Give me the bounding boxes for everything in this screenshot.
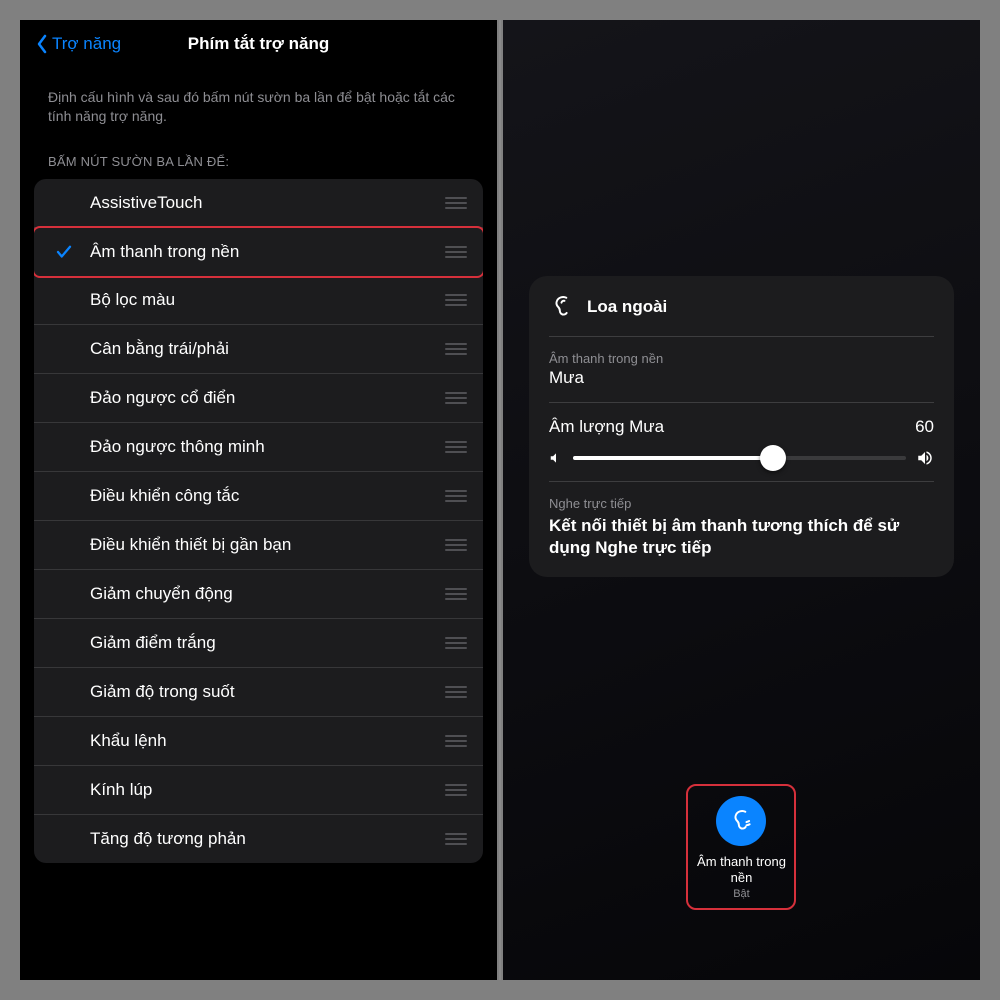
list-item[interactable]: Tăng độ tương phản (34, 815, 483, 863)
checkmark-icon (54, 535, 74, 555)
checkmark-icon (54, 290, 74, 310)
settings-panel: Trợ năng Phím tắt trợ năng Định cấu hình… (20, 20, 497, 980)
list-item-label: Tăng độ tương phản (90, 829, 246, 849)
back-button[interactable]: Trợ năng (36, 34, 121, 54)
checkmark-icon (54, 584, 74, 604)
card-title: Loa ngoài (587, 297, 667, 317)
checkmark-icon (54, 829, 74, 849)
list-item-label: Điều khiển thiết bị gần bạn (90, 535, 291, 555)
chevron-left-icon (36, 34, 48, 54)
checkmark-icon (54, 193, 74, 213)
drag-handle-icon[interactable] (445, 588, 467, 600)
checkmark-icon (54, 780, 74, 800)
bg-sound-value: Mưa (549, 368, 934, 388)
drag-handle-icon[interactable] (445, 490, 467, 502)
drag-handle-icon[interactable] (445, 441, 467, 453)
list-item[interactable]: Bộ lọc màu (34, 276, 483, 325)
volume-high-icon (916, 449, 934, 467)
list-item-label: Bộ lọc màu (90, 290, 175, 310)
checkmark-icon (54, 339, 74, 359)
checkmark-icon (54, 633, 74, 653)
list-item[interactable]: Đảo ngược cổ điển (34, 374, 483, 423)
list-item[interactable]: Đảo ngược thông minh (34, 423, 483, 472)
list-item[interactable]: Điều khiển công tắc (34, 472, 483, 521)
volume-value: 60 (915, 417, 934, 437)
back-label: Trợ năng (52, 34, 121, 54)
nav-header: Trợ năng Phím tắt trợ năng (20, 20, 497, 68)
drag-handle-icon[interactable] (445, 246, 467, 258)
drag-handle-icon[interactable] (445, 833, 467, 845)
list-item-label: Âm thanh trong nền (90, 242, 239, 262)
volume-section: Âm lượng Mưa 60 (549, 403, 934, 482)
card-header: Loa ngoài (549, 294, 934, 337)
ear-icon (549, 294, 575, 320)
background-sound-section[interactable]: Âm thanh trong nền Mưa (549, 337, 934, 403)
section-header: BẤM NÚT SƯỜN BA LẦN ĐỂ: (20, 126, 497, 179)
list-item-label: Đảo ngược cổ điển (90, 388, 235, 408)
tile-icon-circle (716, 796, 766, 846)
hearing-card: Loa ngoài Âm thanh trong nền Mưa Âm lượn… (529, 276, 954, 577)
drag-handle-icon[interactable] (445, 686, 467, 698)
volume-label: Âm lượng Mưa (549, 417, 664, 437)
list-item-label: Điều khiển công tắc (90, 486, 239, 506)
list-item[interactable]: Điều khiển thiết bị gần bạn (34, 521, 483, 570)
list-item-label: Cân bằng trái/phải (90, 339, 229, 359)
volume-slider[interactable] (573, 456, 906, 460)
list-item-label: Khẩu lệnh (90, 731, 167, 751)
drag-handle-icon[interactable] (445, 637, 467, 649)
list-item[interactable]: Cân bằng trái/phải (34, 325, 483, 374)
checkmark-icon (54, 486, 74, 506)
list-item-label: Đảo ngược thông minh (90, 437, 265, 457)
list-item[interactable]: AssistiveTouch (34, 179, 483, 228)
drag-handle-icon[interactable] (445, 294, 467, 306)
checkmark-icon (54, 388, 74, 408)
shortcut-list: AssistiveTouch Âm thanh trong nền Bộ lọc m… (34, 179, 483, 863)
live-listen-section[interactable]: Nghe trực tiếp Kết nối thiết bị âm thanh… (549, 482, 934, 559)
list-item[interactable]: Giảm điểm trắng (34, 619, 483, 668)
list-item-label: Kính lúp (90, 780, 152, 800)
list-item-label: AssistiveTouch (90, 193, 202, 213)
list-item[interactable]: Khẩu lệnh (34, 717, 483, 766)
volume-low-icon (549, 451, 563, 465)
list-item-label: Giảm độ trong suốt (90, 682, 235, 702)
drag-handle-icon[interactable] (445, 735, 467, 747)
list-item[interactable]: Kính lúp (34, 766, 483, 815)
bg-sound-label: Âm thanh trong nền (549, 351, 934, 366)
live-listen-body: Kết nối thiết bị âm thanh tương thích để… (549, 515, 934, 559)
list-item-label: Giảm chuyển động (90, 584, 233, 604)
tile-status: Bật (694, 888, 788, 900)
drag-handle-icon[interactable] (445, 539, 467, 551)
intro-text: Định cấu hình và sau đó bấm nút sườn ba … (20, 68, 497, 126)
checkmark-icon (54, 437, 74, 457)
checkmark-icon (54, 682, 74, 702)
tile-label: Âm thanh trong nền (694, 854, 788, 887)
checkmark-icon (54, 731, 74, 751)
list-item-label: Giảm điểm trắng (90, 633, 216, 653)
drag-handle-icon[interactable] (445, 784, 467, 796)
live-listen-header: Nghe trực tiếp (549, 496, 934, 511)
ear-icon (728, 808, 754, 834)
list-item[interactable]: Âm thanh trong nền (34, 226, 483, 278)
list-item[interactable]: Giảm độ trong suốt (34, 668, 483, 717)
checkmark-icon (54, 242, 74, 262)
drag-handle-icon[interactable] (445, 343, 467, 355)
drag-handle-icon[interactable] (445, 392, 467, 404)
background-sound-tile[interactable]: Âm thanh trong nền Bật (686, 784, 796, 911)
control-center-panel: Loa ngoài Âm thanh trong nền Mưa Âm lượn… (503, 20, 980, 980)
list-item[interactable]: Giảm chuyển động (34, 570, 483, 619)
drag-handle-icon[interactable] (445, 197, 467, 209)
